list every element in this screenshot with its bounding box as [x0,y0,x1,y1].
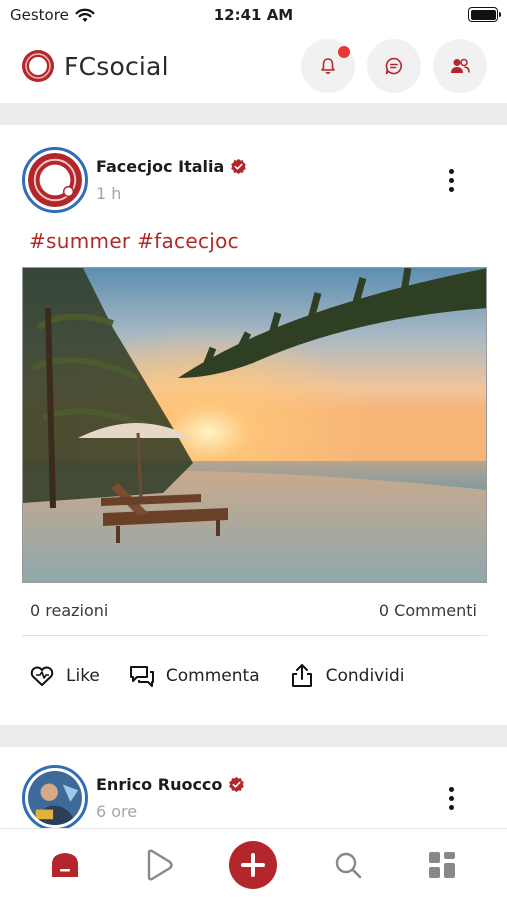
carrier-name: Gestore [10,6,69,24]
beach-sunset-photo [23,268,486,582]
messages-button[interactable] [367,39,421,93]
post-card: Enrico Ruocco 6 ore [0,747,507,828]
more-dot [448,786,454,792]
nav-search[interactable] [318,835,378,895]
reactions-count[interactable]: 0 reazioni [30,601,108,620]
users-icon [451,58,470,73]
post-time: 1 h [96,184,122,203]
bell-icon [321,58,335,74]
battery-icon [468,7,501,22]
comment-label: Commenta [165,666,260,686]
more-dot [448,186,454,192]
post-stats: 0 reazioni 0 Commenti [30,601,477,620]
notification-badge [338,46,350,58]
search-icon [335,852,361,878]
post-time: 6 ore [96,802,138,821]
heart-like-icon [30,666,54,686]
author-block: Facecjoc Italia 1 h [96,157,247,203]
post-header: Facecjoc Italia 1 h [22,147,247,213]
post-header: Enrico Ruocco 6 ore [22,765,245,828]
share-icon [291,664,312,687]
share-button[interactable]: Condividi [288,662,405,690]
chat-icon [385,57,402,75]
section-divider [0,103,507,125]
nav-videos[interactable] [129,835,189,895]
carrier-group: Gestore [10,6,95,24]
create-post-button[interactable] [229,840,278,889]
author-block: Enrico Ruocco 6 ore [96,775,245,821]
verified-badge-icon [229,776,245,793]
comment-button[interactable]: Commenta [128,662,260,690]
app-header: FCsocial [0,36,507,96]
home-icon [52,852,79,877]
plus-icon [241,852,266,877]
post-more-button[interactable] [441,783,461,813]
brand-name: FCsocial [64,51,169,81]
nav-menu[interactable] [412,835,472,895]
grid-menu-icon [428,851,455,878]
status-bar: Gestore 12:41 AM [0,0,507,30]
post-more-button[interactable] [441,165,461,195]
more-dot [448,795,454,801]
stats-divider [22,635,487,636]
like-label: Like [66,666,100,686]
like-button[interactable]: Like [28,662,100,690]
fcsocial-logo [22,50,54,82]
facecjoc-avatar-logo [28,153,82,207]
avatar[interactable] [22,147,88,213]
nav-home[interactable] [35,835,95,895]
verified-badge-icon [231,158,247,175]
section-divider [0,725,507,747]
author-row: Facecjoc Italia [96,157,247,176]
author-name[interactable]: Facecjoc Italia [96,157,224,176]
bottom-nav [0,828,507,900]
author-name[interactable]: Enrico Ruocco [96,775,222,794]
share-label: Condividi [325,666,405,686]
comment-icon [129,666,154,687]
post-actions: Like Commenta Condividi [28,662,404,690]
more-dot [448,168,454,174]
header-actions [301,39,487,93]
friends-button[interactable] [433,39,487,93]
post-card: Facecjoc Italia 1 h #summer #facecjoc 0 … [0,125,507,725]
play-icon [148,849,173,880]
user-avatar-photo [28,771,82,825]
more-dot [448,804,454,810]
author-row: Enrico Ruocco [96,775,245,794]
wifi-icon [75,8,95,22]
comments-count[interactable]: 0 Commenti [379,601,477,620]
post-image[interactable] [22,267,487,583]
nav-create[interactable] [223,835,283,895]
more-dot [448,177,454,183]
post-text[interactable]: #summer #facecjoc [29,229,239,253]
notifications-button[interactable] [301,39,355,93]
avatar[interactable] [22,765,88,828]
